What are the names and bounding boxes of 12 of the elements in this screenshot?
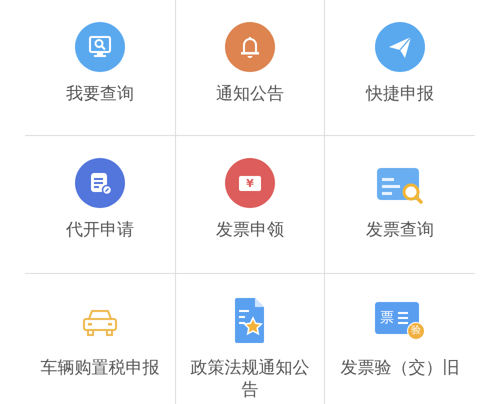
menu-item[interactable]: 快捷申报 — [325, 22, 475, 105]
monitor-search-icon — [75, 22, 125, 72]
menu-item[interactable]: 我要查询 — [25, 22, 175, 105]
menu-item[interactable]: 发票查询 — [325, 158, 475, 241]
menu-item[interactable]: 票 验 发票验（交）旧 — [325, 296, 475, 379]
menu-item[interactable]: 通知公告 — [175, 22, 325, 105]
menu-item[interactable]: 车辆购置税申报 — [25, 296, 175, 379]
paper-plane-icon — [375, 22, 425, 72]
document-edit-icon — [75, 158, 125, 208]
ticket-icon: ¥ — [225, 158, 275, 208]
menu-item[interactable]: 代开申请 — [25, 158, 175, 241]
bell-icon — [225, 22, 275, 72]
